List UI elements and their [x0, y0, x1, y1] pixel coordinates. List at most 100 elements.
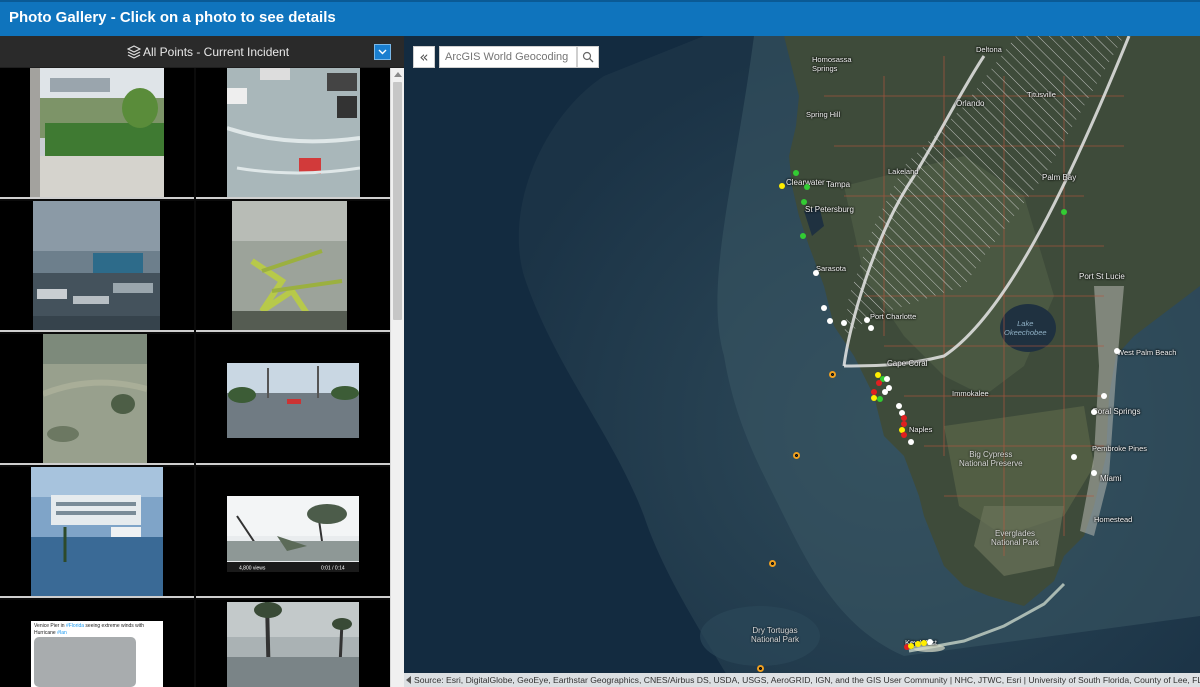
photo-thumbnail[interactable] [196, 68, 390, 199]
geocoder-search-input[interactable] [440, 47, 576, 67]
satellite-basemap [404, 36, 1200, 687]
attribution-text: Source: Esri, DigitalGlobe, GeoEye, Eart… [414, 675, 1200, 685]
photo-point[interactable] [1114, 348, 1120, 354]
photo-thumbnail[interactable] [196, 600, 390, 687]
photo-point[interactable] [813, 270, 819, 276]
thumbnail-grid: 4,800 views 0:01 / 0:14 Venice Pier in #… [0, 68, 390, 687]
photo-thumbnail[interactable] [196, 201, 390, 332]
photo-point[interactable] [801, 199, 807, 205]
label-cape-coral: Cape Coral [887, 359, 928, 368]
photo-point[interactable] [908, 439, 914, 445]
label-immokalee: Immokalee [952, 389, 989, 398]
label-orlando: Orlando [956, 99, 985, 108]
photo-image [31, 467, 163, 596]
photo-point[interactable] [864, 317, 870, 323]
tweet-image: Venice Pier in #Florida seeing extreme w… [31, 621, 163, 687]
photo-thumbnail[interactable] [0, 467, 194, 598]
photo-point[interactable] [841, 320, 847, 326]
photo-point[interactable] [1091, 470, 1097, 476]
photo-point[interactable] [1101, 393, 1107, 399]
photo-image [227, 602, 359, 687]
label-miami: Miami [1100, 474, 1122, 483]
search-button[interactable] [577, 46, 599, 68]
photo-image [33, 201, 160, 330]
layers-icon [127, 45, 141, 59]
photo-point[interactable] [901, 432, 907, 438]
photo-thumbnail[interactable] [0, 334, 194, 465]
header-top-line [0, 0, 1200, 2]
photo-thumbnail[interactable]: Venice Pier in #Florida seeing extreme w… [0, 600, 194, 687]
label-west-palm-beach: West Palm Beach [1117, 348, 1177, 357]
photo-point[interactable] [1071, 454, 1077, 460]
label-port-st-lucie: Port St Lucie [1079, 272, 1125, 281]
photo-point[interactable] [908, 643, 914, 649]
chevron-down-icon [378, 49, 387, 55]
photo-point[interactable] [884, 376, 890, 382]
photo-point[interactable] [779, 183, 785, 189]
search-box[interactable] [439, 46, 577, 68]
photo-point[interactable] [868, 325, 874, 331]
label-homosassa: Homosassa Springs [812, 55, 852, 73]
label-lakeland: Lakeland [888, 167, 919, 176]
gallery-scrollbar[interactable] [390, 68, 404, 687]
label-naples: Naples [909, 425, 933, 434]
label-dry-tortugas: Dry Tortugas National Park [751, 626, 800, 644]
label-sarasota: Sarasota [816, 264, 847, 273]
photo-image [43, 334, 147, 463]
label-coral-springs: Coral Springs [1092, 407, 1141, 416]
app-title: Photo Gallery - Click on a photo to see … [9, 9, 336, 26]
video-thumbnail[interactable]: 4,800 views 0:01 / 0:14 [196, 467, 390, 598]
video-image: 4,800 views 0:01 / 0:14 [227, 496, 359, 572]
label-port-charlotte: Port Charlotte [870, 312, 917, 321]
video-time: 0:01 / 0:14 [321, 566, 345, 572]
label-pembroke-pines: Pembroke Pines [1092, 444, 1148, 453]
photo-point[interactable] [1091, 409, 1097, 415]
photo-point[interactable] [927, 639, 933, 645]
label-spring-hill: Spring Hill [806, 110, 841, 119]
attribution-toggle-icon[interactable] [406, 676, 411, 684]
label-tampa: Tampa [826, 180, 851, 189]
label-palm-bay: Palm Bay [1042, 173, 1077, 182]
photo-point[interactable] [769, 560, 776, 567]
map-view[interactable]: « Deltona Homosassa Springs Titusville O… [404, 36, 1200, 687]
photo-point[interactable] [1061, 209, 1067, 215]
double-chevron-left-icon: « [419, 48, 429, 66]
photo-point[interactable] [876, 380, 882, 386]
scroll-up-arrow[interactable] [394, 72, 402, 77]
video-views: 4,800 views [239, 566, 266, 572]
layer-name: All Points - Current Incident [143, 45, 290, 59]
photo-thumbnail[interactable] [0, 201, 194, 332]
label-homestead: Homestead [1094, 515, 1133, 524]
photo-point[interactable] [793, 452, 800, 459]
photo-point[interactable] [827, 318, 833, 324]
photo-point[interactable] [793, 170, 799, 176]
photo-image [227, 68, 360, 197]
label-everglades: Everglades National Park [991, 529, 1040, 547]
photo-thumbnail[interactable] [0, 68, 194, 199]
photo-point[interactable] [821, 305, 827, 311]
photo-point[interactable] [877, 396, 883, 402]
photo-point[interactable] [871, 395, 877, 401]
label-st-petersburg: St Petersburg [805, 205, 854, 214]
scroll-thumb[interactable] [393, 82, 402, 320]
photo-image [30, 68, 164, 197]
photo-point[interactable] [896, 403, 902, 409]
photo-point[interactable] [886, 385, 892, 391]
photo-point[interactable] [829, 371, 836, 378]
photo-point[interactable] [757, 665, 764, 672]
search-icon [582, 51, 594, 63]
layer-dropdown-button[interactable] [374, 44, 391, 60]
photo-image [227, 363, 359, 438]
app-header: Photo Gallery - Click on a photo to see … [0, 0, 1200, 36]
label-big-cypress: Big Cypress National Preserve [959, 450, 1023, 468]
map-attribution: Source: Esri, DigitalGlobe, GeoEye, Eart… [404, 673, 1200, 687]
label-lake-okeechobee: Lake Okeechobee [1004, 319, 1047, 337]
tweet-text: Venice Pier in #Florida seeing extreme w… [34, 623, 145, 636]
photo-image [232, 201, 347, 330]
collapse-panel-button[interactable]: « [413, 46, 435, 68]
photo-gallery-panel: All Points - Current Incident 4,800 view… [0, 36, 404, 687]
photo-point[interactable] [800, 233, 806, 239]
label-deltona: Deltona [976, 45, 1002, 54]
photo-point[interactable] [804, 184, 810, 190]
photo-thumbnail[interactable] [196, 334, 390, 465]
